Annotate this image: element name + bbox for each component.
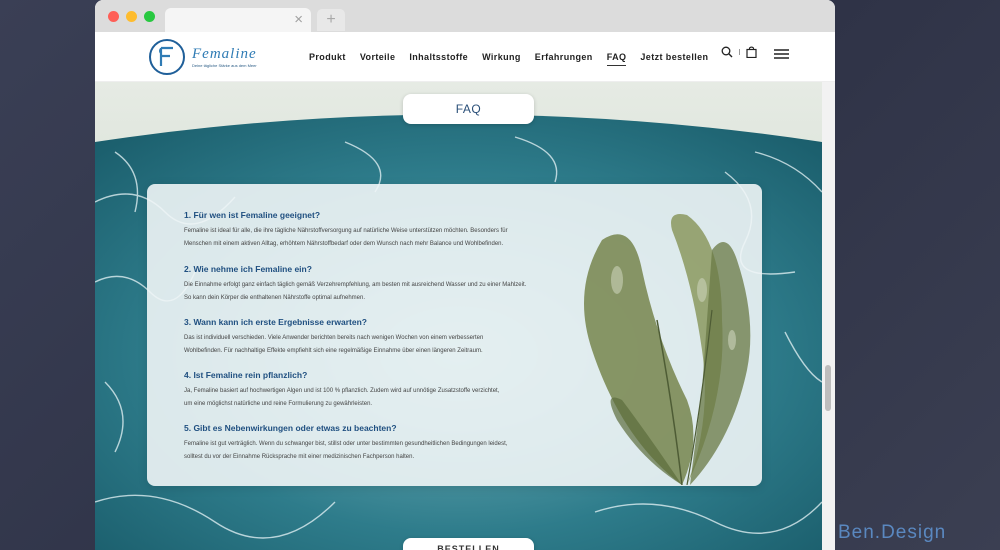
menu-item-inhaltsstoffe[interactable]: Inhaltsstoffe bbox=[409, 52, 468, 66]
browser-titlebar: × + bbox=[95, 0, 835, 32]
faq-answer-line: solltest du vor der Einnahme Rücksprache… bbox=[184, 454, 415, 460]
menu-item-faq[interactable]: FAQ bbox=[606, 52, 627, 66]
faq-question[interactable]: 5. Gibt es Nebenwirkungen oder etwas zu … bbox=[184, 423, 574, 433]
faq-answer-line: Femaline ist gut verträglich. Wenn du sc… bbox=[184, 441, 508, 447]
faq-question[interactable]: 1. Für wen ist Femaline geeignet? bbox=[184, 210, 574, 220]
menu-item-jetzt-bestellen[interactable]: Jetzt bestellen bbox=[640, 52, 708, 66]
faq-question[interactable]: 4. Ist Femaline rein pflanzlich? bbox=[184, 370, 574, 380]
faq-question[interactable]: 3. Wann kann ich erste Ergebnisse erwart… bbox=[184, 317, 574, 327]
logo-name: Femaline bbox=[192, 45, 257, 62]
maximize-window-button[interactable] bbox=[144, 11, 155, 22]
faq-answer-line: Die Einnahme erfolgt ganz einfach täglic… bbox=[184, 282, 527, 288]
faq-item: 1. Für wen ist Femaline geeignet? Femali… bbox=[184, 210, 574, 251]
faq-answer-line: Wohlbefinden. Für nachhaltige Effekte em… bbox=[184, 348, 483, 354]
faq-answer-line: Das ist individuell verschieden. Viele A… bbox=[184, 335, 484, 341]
faq-answer-line: So kann dein Körper die enthaltenen Nähr… bbox=[184, 295, 366, 301]
close-window-button[interactable] bbox=[108, 11, 119, 22]
browser-tab[interactable]: × bbox=[165, 8, 311, 32]
tab-close-icon[interactable]: × bbox=[294, 11, 303, 28]
faq-title-button[interactable]: FAQ bbox=[403, 94, 534, 124]
minimize-window-button[interactable] bbox=[126, 11, 137, 22]
scrollbar-thumb[interactable] bbox=[825, 365, 831, 411]
search-icon[interactable] bbox=[721, 46, 733, 58]
shopping-bag-icon[interactable] bbox=[746, 46, 757, 58]
faq-answer-line: Ja, Femaline basiert auf hochwertigen Al… bbox=[184, 388, 500, 394]
faq-section: FAQ 1. Für wen ist Femaline geeignet? Fe… bbox=[95, 82, 822, 550]
faq-item: 3. Wann kann ich erste Ergebnisse erwart… bbox=[184, 317, 574, 358]
logo[interactable]: Femaline Deine tägliche Stärke aus dem M… bbox=[148, 38, 257, 76]
menu-item-erfahrungen[interactable]: Erfahrungen bbox=[535, 52, 593, 66]
menu-item-produkt[interactable]: Produkt bbox=[309, 52, 346, 66]
seaweed-illustration bbox=[584, 214, 751, 485]
scrollbar[interactable] bbox=[822, 82, 835, 550]
watermark: Ben.Design bbox=[838, 522, 947, 543]
new-tab-button[interactable]: + bbox=[317, 9, 345, 31]
menu-item-vorteile[interactable]: Vorteile bbox=[360, 52, 396, 66]
menu-item-wirkung[interactable]: Wirkung bbox=[482, 52, 521, 66]
main-menu: Produkt Vorteile Inhaltsstoffe Wirkung E… bbox=[309, 52, 708, 66]
faq-item: 2. Wie nehme ich Femaline ein? Die Einna… bbox=[184, 264, 574, 305]
logo-tagline: Deine tägliche Stärke aus dem Meer bbox=[192, 62, 257, 68]
hamburger-menu-icon[interactable] bbox=[774, 49, 789, 59]
site-header: Femaline Deine tägliche Stärke aus dem M… bbox=[95, 32, 835, 82]
faq-answer-line: Femaline ist ideal für alle, die ihre tä… bbox=[184, 228, 508, 234]
icon-divider bbox=[739, 49, 740, 55]
header-icons bbox=[721, 46, 757, 58]
faq-item: 4. Ist Femaline rein pflanzlich? Ja, Fem… bbox=[184, 370, 574, 411]
faq-answer-line: um eine möglichst natürliche und reine F… bbox=[184, 401, 373, 407]
faq-question[interactable]: 2. Wie nehme ich Femaline ein? bbox=[184, 264, 574, 274]
faq-item: 5. Gibt es Nebenwirkungen oder etwas zu … bbox=[184, 423, 574, 464]
logo-mark-icon bbox=[149, 39, 185, 75]
faq-card: 1. Für wen ist Femaline geeignet? Femali… bbox=[147, 184, 762, 486]
faq-answer-line: Menschen mit einem aktiven Alltag, erhöh… bbox=[184, 241, 504, 247]
browser-window: × + Femaline Deine tägliche Stärke aus d… bbox=[95, 0, 835, 550]
order-button[interactable]: BESTELLEN bbox=[403, 538, 534, 550]
